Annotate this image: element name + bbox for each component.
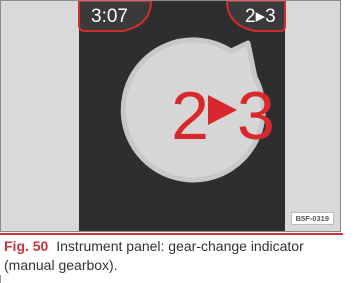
caption-divider — [0, 233, 343, 235]
instrument-panel-figure: 3:07 2▸3 2 3 B5F-0319 — [0, 0, 341, 232]
caption-text: Instrument panel: gear-change indicator … — [4, 238, 304, 273]
caption-left-rule — [0, 275, 1, 283]
zoom-gear-from: 2 — [171, 78, 209, 154]
reference-code: B5F-0319 — [290, 212, 334, 225]
instrument-display-illustration: 3:07 2▸3 2 3 — [78, 1, 286, 231]
gear-indicator-small: 2▸3 — [245, 6, 276, 27]
figure-caption: Fig. 50 Instrument panel: gear-change in… — [4, 237, 340, 275]
figure-label: Fig. 50 — [4, 238, 49, 254]
zoom-gear-to: 3 — [237, 78, 275, 154]
clock-text: 3:07 — [91, 6, 128, 27]
